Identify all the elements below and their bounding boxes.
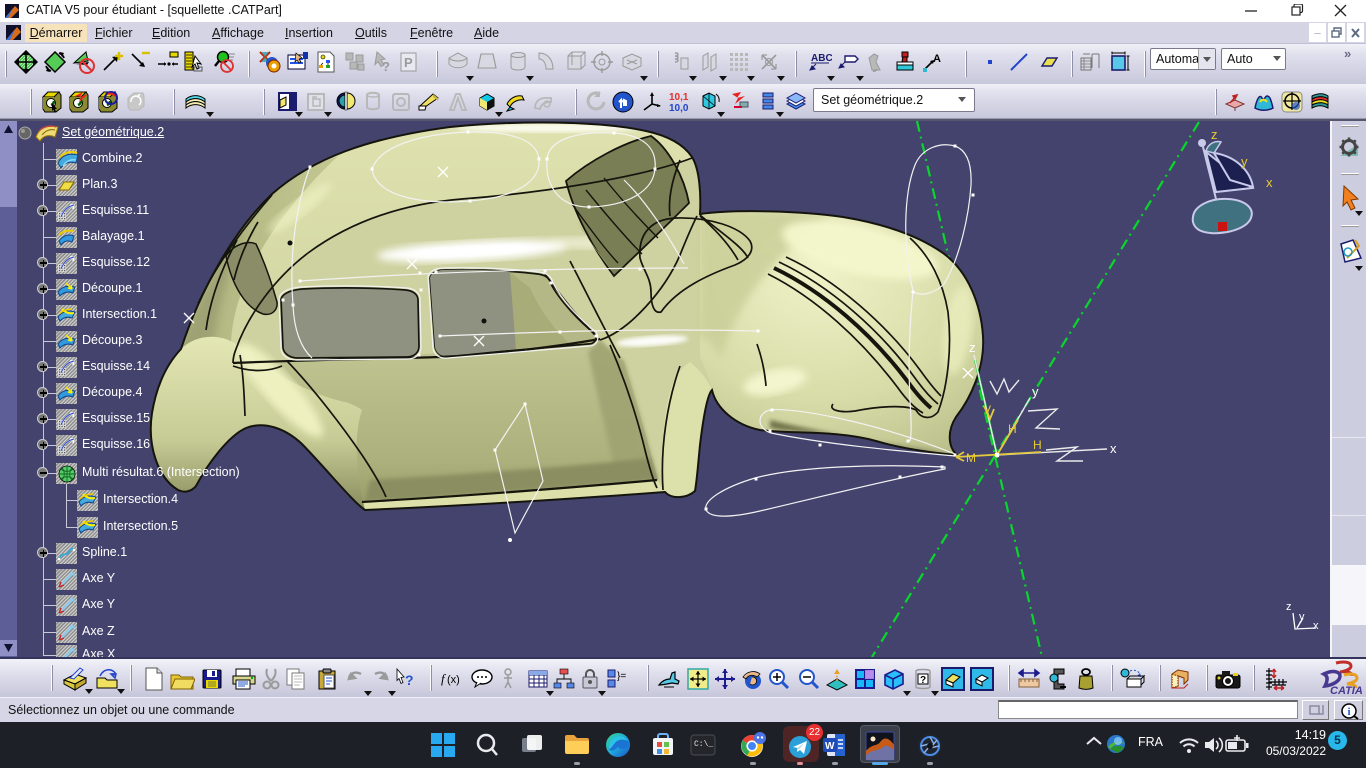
svg-text:z: z <box>969 340 976 355</box>
svg-text:H: H <box>1008 422 1017 436</box>
svg-text:V: V <box>983 403 991 417</box>
svg-text:P: P <box>404 55 413 70</box>
svg-text:y: y <box>1299 611 1305 623</box>
svg-text:y: y <box>1032 384 1039 399</box>
svg-text:H: H <box>1033 438 1042 452</box>
svg-text:?: ? <box>920 675 926 686</box>
svg-text:C:\_: C:\_ <box>694 740 713 749</box>
svg-text:y: y <box>1241 154 1248 169</box>
svg-text:i: i <box>1347 706 1350 718</box>
svg-text:CATIA: CATIA <box>1330 685 1362 696</box>
svg-text:z: z <box>1211 127 1218 142</box>
svg-text:10,0: 10,0 <box>669 103 689 114</box>
svg-text:?: ? <box>405 672 414 688</box>
svg-text:(x): (x) <box>447 674 460 686</box>
svg-text:A: A <box>933 53 941 65</box>
svg-text:}=: }= <box>617 671 626 682</box>
svg-text:x: x <box>1110 441 1117 456</box>
svg-text:W: W <box>825 741 835 752</box>
svg-text:M: M <box>966 451 976 465</box>
svg-text:10,1: 10,1 <box>669 92 689 103</box>
svg-text:x: x <box>1266 175 1273 190</box>
svg-text:z: z <box>1286 601 1292 613</box>
svg-text:x: x <box>1313 620 1319 632</box>
svg-text:?: ? <box>382 59 390 74</box>
svg-text:ABC: ABC <box>811 53 832 64</box>
